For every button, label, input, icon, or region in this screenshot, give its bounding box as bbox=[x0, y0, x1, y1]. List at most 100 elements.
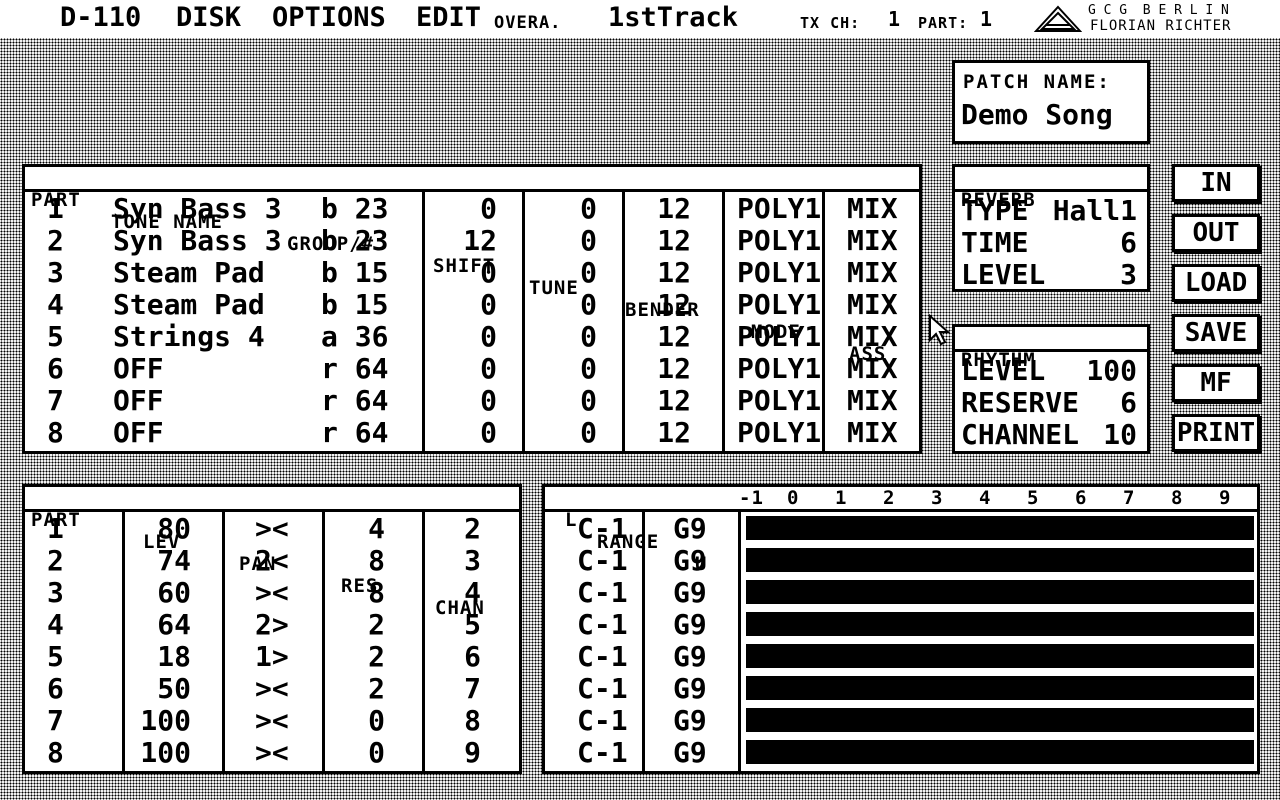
ass-value[interactable]: MIX bbox=[847, 321, 898, 353]
group-number[interactable]: b 15 bbox=[321, 289, 388, 321]
range-high[interactable]: G9 bbox=[673, 641, 707, 673]
tune-value[interactable]: 0 bbox=[580, 321, 597, 353]
load-button[interactable]: LOAD bbox=[1172, 264, 1260, 302]
group-number[interactable]: r 64 bbox=[321, 385, 388, 417]
range-low[interactable]: C-1 bbox=[577, 545, 628, 577]
range-bar[interactable] bbox=[746, 644, 1254, 668]
shift-value[interactable]: 12 bbox=[463, 225, 497, 257]
reverb-time-value[interactable]: 6 bbox=[1120, 227, 1137, 259]
ass-value[interactable]: MIX bbox=[847, 225, 898, 257]
range-high[interactable]: G9 bbox=[673, 737, 707, 769]
range-low[interactable]: C-1 bbox=[577, 577, 628, 609]
range-high[interactable]: G9 bbox=[673, 513, 707, 545]
mode-value[interactable]: POLY1 bbox=[737, 225, 821, 257]
pan-value[interactable]: >< bbox=[255, 513, 289, 545]
bender-value[interactable]: 12 bbox=[657, 193, 691, 225]
menu-options[interactable]: OPTIONS bbox=[272, 2, 386, 34]
mode-value[interactable]: POLY1 bbox=[737, 193, 821, 225]
range-bar[interactable] bbox=[746, 516, 1254, 540]
bender-value[interactable]: 12 bbox=[657, 321, 691, 353]
bender-value[interactable]: 12 bbox=[657, 225, 691, 257]
mf-button[interactable]: MF bbox=[1172, 364, 1260, 402]
reserve-value[interactable]: 2 bbox=[368, 641, 385, 673]
group-number[interactable]: b 15 bbox=[321, 257, 388, 289]
tone-name[interactable]: Steam Pad bbox=[113, 289, 265, 321]
group-number[interactable]: r 64 bbox=[321, 353, 388, 385]
shift-value[interactable]: 0 bbox=[480, 417, 497, 449]
range-low[interactable]: C-1 bbox=[577, 641, 628, 673]
reserve-value[interactable]: 8 bbox=[368, 545, 385, 577]
range-bar[interactable] bbox=[746, 580, 1254, 604]
range-low[interactable]: C-1 bbox=[577, 673, 628, 705]
tone-name[interactable]: Syn Bass 3 bbox=[113, 225, 282, 257]
range-low[interactable]: C-1 bbox=[577, 737, 628, 769]
range-high[interactable]: G9 bbox=[673, 705, 707, 737]
group-number[interactable]: b 23 bbox=[321, 193, 388, 225]
bender-value[interactable]: 12 bbox=[657, 289, 691, 321]
ass-value[interactable]: MIX bbox=[847, 353, 898, 385]
tone-name[interactable]: OFF bbox=[113, 385, 164, 417]
pan-value[interactable]: 1> bbox=[255, 641, 289, 673]
pan-value[interactable]: 2< bbox=[255, 545, 289, 577]
pan-value[interactable]: >< bbox=[255, 737, 289, 769]
level-value[interactable]: 74 bbox=[157, 545, 191, 577]
level-value[interactable]: 60 bbox=[157, 577, 191, 609]
level-value[interactable]: 100 bbox=[140, 737, 191, 769]
channel-value[interactable]: 4 bbox=[464, 577, 481, 609]
reserve-value[interactable]: 2 bbox=[368, 673, 385, 705]
range-high[interactable]: G9 bbox=[673, 673, 707, 705]
group-number[interactable]: a 36 bbox=[321, 321, 388, 353]
range-bar[interactable] bbox=[746, 676, 1254, 700]
mode-value[interactable]: POLY1 bbox=[737, 289, 821, 321]
channel-value[interactable]: 2 bbox=[464, 513, 481, 545]
bender-value[interactable]: 12 bbox=[657, 353, 691, 385]
level-value[interactable]: 80 bbox=[157, 513, 191, 545]
tune-value[interactable]: 0 bbox=[580, 257, 597, 289]
shift-value[interactable]: 0 bbox=[480, 193, 497, 225]
shift-value[interactable]: 0 bbox=[480, 289, 497, 321]
ass-value[interactable]: MIX bbox=[847, 289, 898, 321]
ass-value[interactable]: MIX bbox=[847, 385, 898, 417]
channel-value[interactable]: 8 bbox=[464, 705, 481, 737]
mode-value[interactable]: POLY1 bbox=[737, 353, 821, 385]
rhythm-level-value[interactable]: 100 bbox=[1086, 355, 1137, 387]
pan-value[interactable]: >< bbox=[255, 673, 289, 705]
ass-value[interactable]: MIX bbox=[847, 417, 898, 449]
range-bar[interactable] bbox=[746, 612, 1254, 636]
channel-value[interactable]: 9 bbox=[464, 737, 481, 769]
reserve-value[interactable]: 8 bbox=[368, 577, 385, 609]
print-button[interactable]: PRINT bbox=[1172, 414, 1260, 452]
tone-name[interactable]: Strings 4 bbox=[113, 321, 265, 353]
pan-value[interactable]: 2> bbox=[255, 609, 289, 641]
tone-name[interactable]: OFF bbox=[113, 353, 164, 385]
reverb-type-value[interactable]: Hall1 bbox=[1053, 195, 1137, 227]
ass-value[interactable]: MIX bbox=[847, 193, 898, 225]
level-value[interactable]: 64 bbox=[157, 609, 191, 641]
tune-value[interactable]: 0 bbox=[580, 193, 597, 225]
shift-value[interactable]: 0 bbox=[480, 321, 497, 353]
range-high[interactable]: G9 bbox=[673, 577, 707, 609]
patch-name-box[interactable]: PATCH NAME: Demo Song bbox=[952, 60, 1150, 144]
range-bar[interactable] bbox=[746, 548, 1254, 572]
channel-value[interactable]: 7 bbox=[464, 673, 481, 705]
bender-value[interactable]: 12 bbox=[657, 385, 691, 417]
menu-edit[interactable]: EDIT bbox=[416, 2, 481, 34]
tune-value[interactable]: 0 bbox=[580, 417, 597, 449]
group-number[interactable]: b 23 bbox=[321, 225, 388, 257]
pan-value[interactable]: >< bbox=[255, 705, 289, 737]
mode-value[interactable]: POLY1 bbox=[737, 385, 821, 417]
tune-value[interactable]: 0 bbox=[580, 353, 597, 385]
tone-name[interactable]: Syn Bass 3 bbox=[113, 193, 282, 225]
tune-value[interactable]: 0 bbox=[580, 289, 597, 321]
channel-value[interactable]: 5 bbox=[464, 609, 481, 641]
in-button[interactable]: IN bbox=[1172, 164, 1260, 202]
level-value[interactable]: 50 bbox=[157, 673, 191, 705]
menu-disk[interactable]: DISK bbox=[176, 2, 241, 34]
shift-value[interactable]: 0 bbox=[480, 257, 497, 289]
mode-value[interactable]: POLY1 bbox=[737, 257, 821, 289]
range-bar[interactable] bbox=[746, 740, 1254, 764]
tone-name[interactable]: Steam Pad bbox=[113, 257, 265, 289]
reserve-value[interactable]: 0 bbox=[368, 737, 385, 769]
channel-value[interactable]: 3 bbox=[464, 545, 481, 577]
tone-name[interactable]: OFF bbox=[113, 417, 164, 449]
